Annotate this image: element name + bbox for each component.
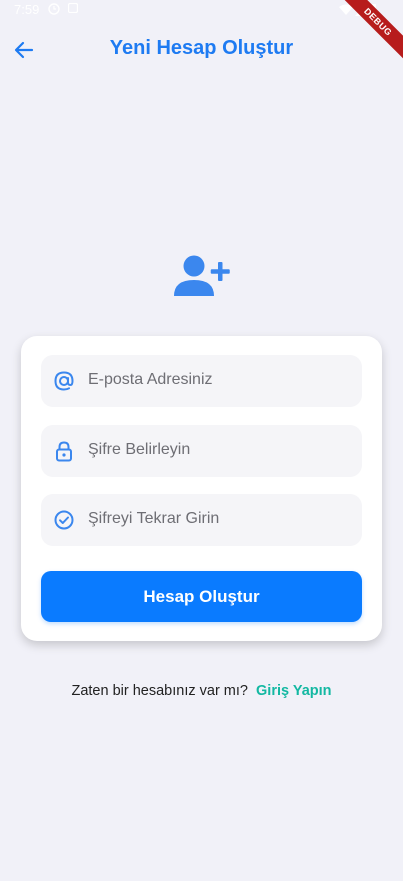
email-field[interactable]: E-posta Adresiniz bbox=[41, 355, 362, 407]
password-field[interactable]: Şifre Belirleyin bbox=[41, 425, 362, 477]
confirm-password-placeholder: Şifreyi Tekrar Girin bbox=[88, 510, 220, 527]
status-bar: 7:59 bbox=[0, 0, 403, 24]
clock-status-icon bbox=[48, 3, 60, 15]
email-placeholder: E-posta Adresiniz bbox=[88, 371, 213, 388]
status-time: 7:59 bbox=[14, 2, 40, 17]
confirm-password-field[interactable]: Şifreyi Tekrar Girin bbox=[41, 494, 362, 546]
app-bar: Yeni Hesap Oluştur bbox=[0, 24, 403, 76]
login-link[interactable]: Giriş Yapın bbox=[256, 683, 332, 699]
signup-card: E-posta Adresiniz Şifre Belirleyin Şifre… bbox=[21, 336, 382, 641]
create-account-button[interactable]: Hesap Oluştur bbox=[41, 571, 362, 622]
login-prompt-text: Zaten bir hesabınız var mı? bbox=[71, 683, 248, 699]
password-placeholder: Şifre Belirleyin bbox=[88, 441, 191, 458]
check-circle-icon bbox=[54, 510, 74, 530]
page-title: Yeni Hesap Oluştur bbox=[109, 37, 294, 59]
person-add-icon bbox=[174, 255, 230, 296]
login-prompt: Zaten bir hesabınız var mı? Giriş Yapın bbox=[0, 683, 403, 699]
notification-status-icon bbox=[68, 3, 78, 13]
at-sign-icon bbox=[54, 371, 74, 391]
lock-icon bbox=[56, 441, 72, 462]
